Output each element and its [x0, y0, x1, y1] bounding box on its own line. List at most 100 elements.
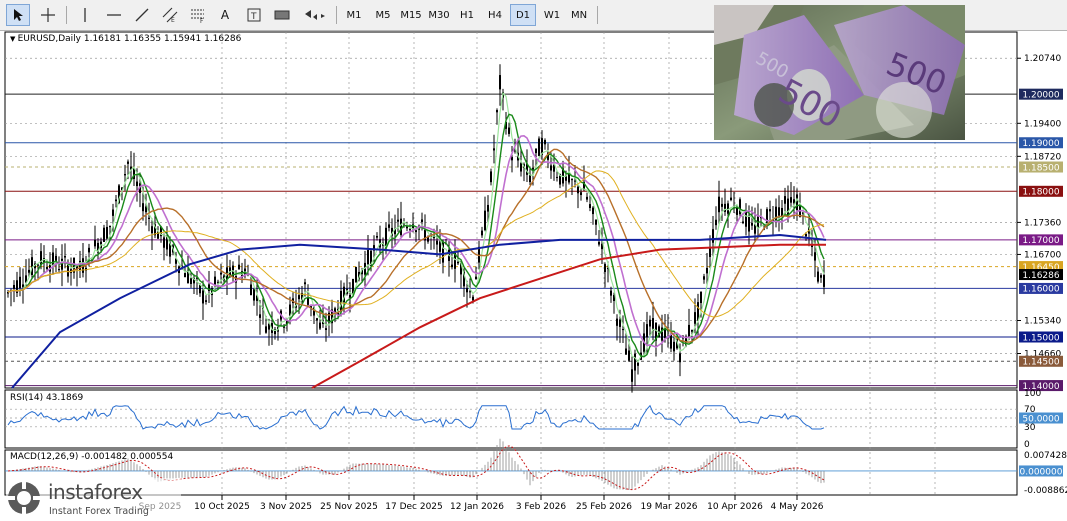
candle-body [586, 196, 588, 200]
price-label: 1.17360 [1024, 218, 1061, 228]
timeframe-m1[interactable]: M1 [341, 4, 367, 26]
candle-body [796, 194, 798, 211]
candle-body [508, 127, 510, 134]
equidistant-channel-icon[interactable]: E [158, 4, 182, 26]
candle-body [190, 278, 192, 284]
arrows-icon[interactable] [300, 4, 330, 26]
candle-body [646, 324, 648, 338]
candle-body [415, 230, 417, 233]
candle-body [769, 209, 771, 212]
rsi-header: RSI(14) 43.1869 [10, 393, 84, 403]
candle-body [556, 176, 558, 178]
candle-body [31, 257, 33, 275]
level-tag-label: 1.20000 [1022, 90, 1059, 100]
candle-body [46, 267, 48, 269]
timeframe-mn[interactable]: MN [567, 4, 591, 26]
main-chart-header: ▼ EURUSD,Daily 1.16181 1.16355 1.15941 1… [10, 34, 242, 44]
candle-body [88, 247, 90, 253]
candle-body [589, 204, 591, 209]
date-label: 4 May 2026 [771, 502, 824, 512]
timeframe-d1[interactable]: D1 [510, 4, 536, 26]
price-label: 1.16700 [1024, 250, 1061, 260]
candle-body [493, 148, 495, 151]
candle-body [376, 236, 378, 238]
candle-body [19, 276, 21, 289]
timeframe-m15[interactable]: M15 [397, 4, 425, 26]
candle-body [496, 110, 498, 113]
candle-body [214, 276, 216, 285]
timeframe-m30[interactable]: M30 [425, 4, 453, 26]
candle-body [823, 275, 825, 287]
svg-text:F: F [200, 18, 204, 23]
candle-body [106, 226, 108, 239]
candle-body [634, 353, 636, 371]
timeframe-m5[interactable]: M5 [370, 4, 396, 26]
date-label: 3 Feb 2026 [516, 502, 567, 512]
timeframe-h4[interactable]: H4 [484, 4, 506, 26]
macd-zero-label: 0.000000 [1020, 467, 1063, 477]
candle-body [253, 289, 255, 301]
candle-body [544, 140, 546, 145]
timeframe-w1[interactable]: W1 [539, 4, 565, 26]
candle-body [13, 284, 15, 289]
candle-body [298, 295, 300, 300]
text-icon[interactable]: A [214, 4, 236, 26]
date-label: 10 Oct 2025 [194, 502, 250, 512]
candle-body [730, 197, 732, 201]
date-label: 12 Jan 2026 [450, 502, 504, 512]
candle-body [817, 271, 819, 282]
rectangle-icon[interactable] [270, 4, 294, 26]
candle-body [610, 290, 612, 296]
vertical-line-icon[interactable] [74, 4, 96, 26]
candle-body [673, 341, 675, 352]
rsi-axis-label: 0 [1024, 440, 1030, 450]
candle-body [532, 167, 534, 170]
candle-body [814, 252, 816, 261]
level-tag-label: 1.14500 [1022, 358, 1059, 368]
candle-body [604, 264, 606, 272]
date-label: 17 Dec 2025 [385, 502, 443, 512]
text-label-icon[interactable]: T [242, 4, 266, 26]
instaforex-logo-icon [7, 481, 41, 515]
candle-body [520, 163, 522, 172]
brand-name: instaforex [48, 480, 143, 504]
candle-body [148, 217, 150, 220]
crosshair-icon[interactable] [36, 4, 60, 26]
candle-body [109, 225, 111, 228]
candle-body [775, 206, 777, 222]
level-tag-label: 1.18000 [1022, 188, 1059, 198]
candle-body [136, 181, 138, 187]
banknotes-photo: 500 500 500 [714, 5, 965, 140]
svg-text:T: T [250, 12, 257, 22]
cursor-icon[interactable] [6, 4, 30, 26]
trend-line-icon[interactable] [130, 4, 154, 26]
candle-body [649, 319, 651, 327]
date-label: 25 Nov 2025 [320, 502, 378, 512]
timeframe-h1[interactable]: H1 [456, 4, 478, 26]
candle-body [820, 275, 822, 278]
candle-body [499, 75, 501, 90]
candle-body [397, 219, 399, 222]
candle-body [577, 186, 579, 194]
candle-body [748, 215, 750, 232]
level-tag-label: 1.15000 [1022, 333, 1059, 343]
fibonacci-icon[interactable]: F [186, 4, 210, 26]
candle-body [184, 273, 186, 278]
candle-body [259, 314, 261, 318]
candle-body [742, 221, 744, 224]
level-tag-label: 1.17000 [1022, 236, 1059, 246]
candle-body [571, 179, 573, 181]
level-tag-label: 1.18500 [1022, 163, 1059, 173]
macd-axis-label: -0.008862 [1024, 486, 1067, 496]
candle-body [700, 291, 702, 304]
horizontal-line-icon[interactable] [102, 4, 126, 26]
candle-body [751, 222, 753, 226]
candle-body [220, 272, 222, 275]
date-label: 25 Feb 2026 [576, 502, 632, 512]
candle-body [787, 198, 789, 216]
candle-body [238, 264, 240, 270]
candle-body [124, 174, 126, 176]
candle-body [580, 192, 582, 196]
candle-body [484, 210, 486, 231]
symbol-ohlc-text: EURUSD,Daily 1.16181 1.16355 1.15941 1.1… [17, 34, 242, 44]
